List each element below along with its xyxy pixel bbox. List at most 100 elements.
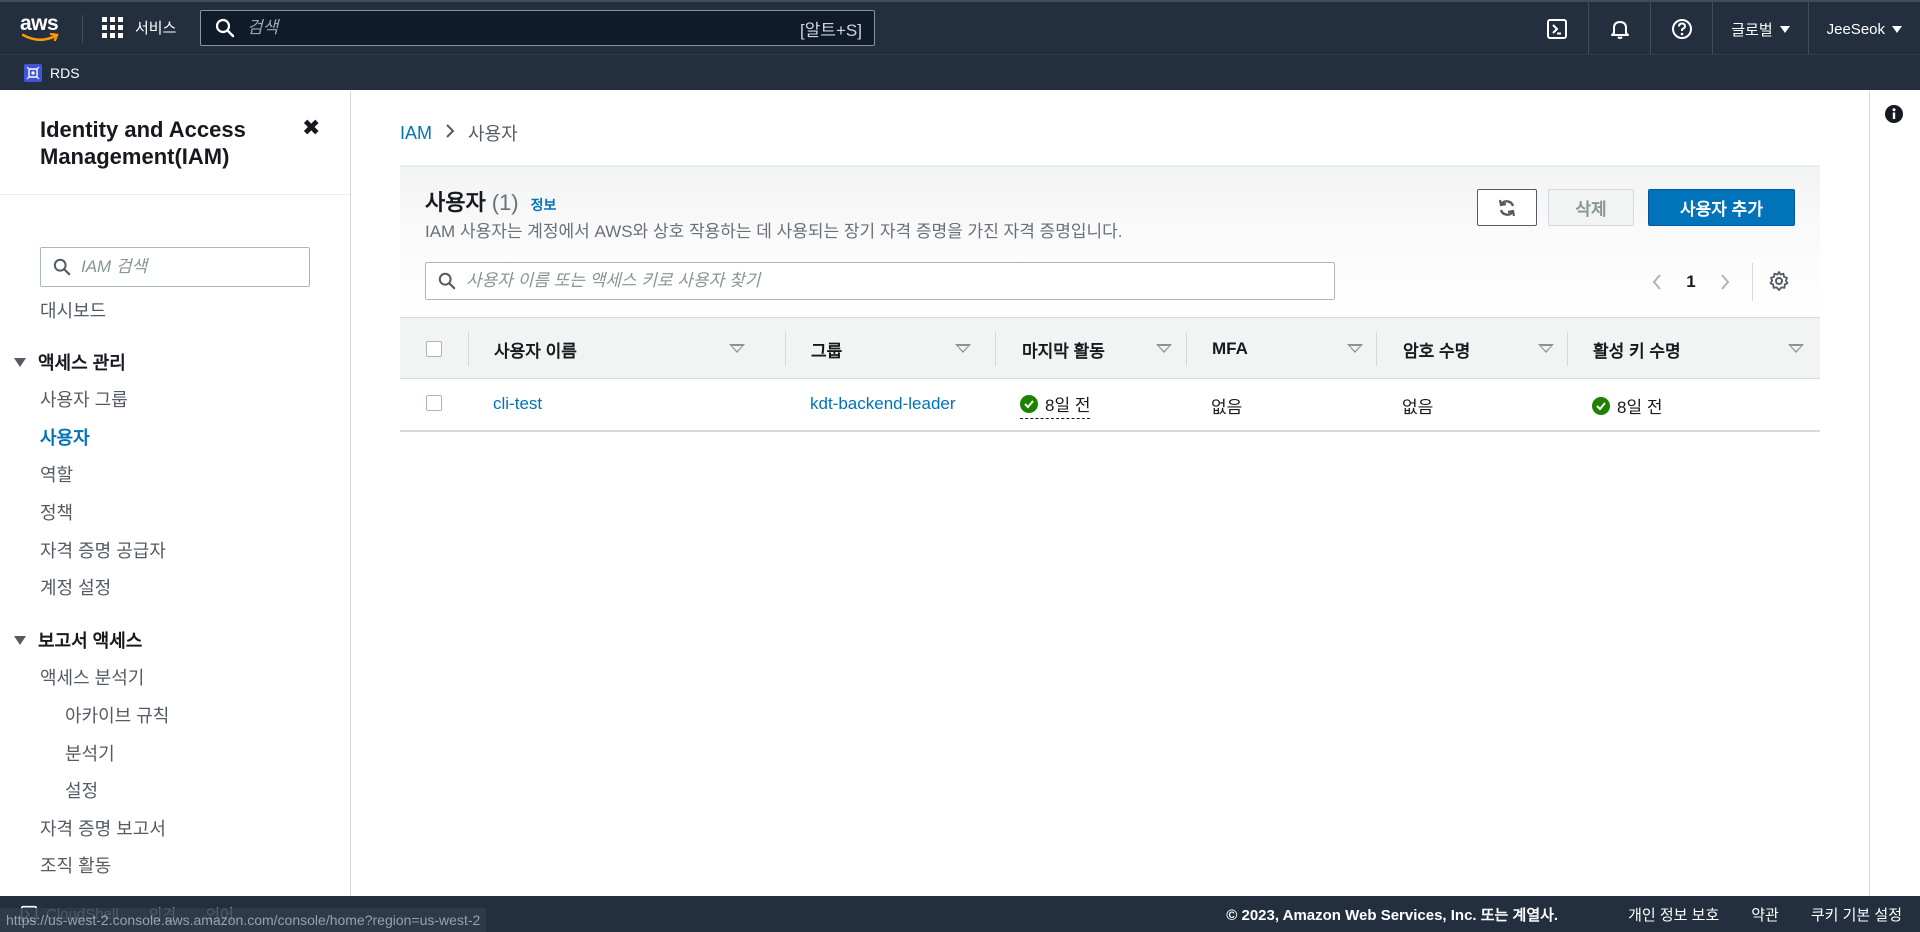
sidebar-item-identity-providers[interactable]: 자격 증명 공급자	[40, 537, 166, 563]
column-header-active-key-age[interactable]: 활성 키 수명	[1593, 318, 1804, 380]
select-all-checkbox[interactable]	[426, 318, 442, 380]
sidebar-title: Identity and Access Management(IAM)	[40, 117, 246, 169]
row-checkbox[interactable]	[426, 395, 442, 411]
caret-down-icon	[1892, 25, 1902, 33]
services-grid-icon	[102, 17, 123, 38]
close-sidebar-icon[interactable]: ✖	[302, 115, 320, 141]
delete-button[interactable]: 삭제	[1548, 189, 1634, 226]
refresh-button[interactable]	[1477, 189, 1537, 226]
sidebar-section-label: 액세스 관리	[38, 353, 126, 373]
success-check-icon	[1592, 396, 1610, 415]
footer-cookie-preferences-link[interactable]: 쿠키 기본 설정	[1811, 904, 1902, 925]
breadcrumb: IAM 사용자	[400, 120, 518, 146]
last-activity-popover-trigger[interactable]: 8일 전	[1020, 391, 1091, 419]
sidebar-item-dashboard[interactable]: 대시보드	[40, 297, 106, 323]
pagination: 1	[1640, 267, 1742, 297]
user-filter-input[interactable]	[456, 271, 1334, 291]
current-page-number[interactable]: 1	[1674, 267, 1708, 297]
services-menu-button[interactable]: 서비스	[102, 17, 176, 38]
footer-privacy-link[interactable]: 개인 정보 보호	[1628, 904, 1719, 925]
sidebar-divider	[0, 194, 350, 195]
add-user-button[interactable]: 사용자 추가	[1648, 189, 1795, 226]
notification-bell-icon	[1610, 21, 1629, 39]
last-activity-cell: 8일 전	[1020, 391, 1091, 419]
previous-page-button[interactable]	[1640, 267, 1674, 297]
breadcrumb-iam-link[interactable]: IAM	[400, 123, 432, 144]
table-preferences-button[interactable]	[1765, 267, 1793, 295]
info-panel-icon[interactable]	[1884, 104, 1904, 124]
sort-icon[interactable]	[1156, 344, 1172, 353]
aws-logo[interactable]: aws	[20, 12, 64, 44]
info-link[interactable]: 정보	[531, 195, 557, 215]
chevron-left-icon	[1652, 274, 1661, 290]
user-name-link[interactable]: cli-test	[493, 394, 542, 414]
footer-cloudshell-button[interactable]: CloudShell	[20, 905, 119, 923]
column-header-group[interactable]: 그룹	[811, 318, 991, 380]
cloudshell-button[interactable]	[1526, 2, 1588, 56]
sidebar-item-archive-rules[interactable]: 아카이브 규칙	[65, 702, 169, 728]
account-label: JeeSeok	[1826, 20, 1885, 38]
global-search-bar[interactable]: [알트+S]	[200, 10, 875, 46]
users-table-header: 사용자 이름 그룹 마지막 활동 MFA 암호 수명 활성 키 수명	[400, 317, 1820, 379]
success-check-icon	[1020, 394, 1038, 413]
sidebar-item-users[interactable]: 사용자	[40, 424, 90, 450]
next-page-button[interactable]	[1708, 267, 1742, 297]
sort-icon[interactable]	[1538, 344, 1554, 353]
sidebar-item-roles[interactable]: 역할	[40, 461, 73, 487]
console-footer: CloudShell 의견 언어 © 2023, Amazon Web Serv…	[0, 896, 1920, 932]
cloudshell-icon	[20, 905, 38, 923]
group-link[interactable]: kdt-backend-leader	[810, 394, 956, 414]
sidebar-item-analyzers[interactable]: 분석기	[65, 740, 115, 766]
active-key-age-value: 8일 전	[1617, 398, 1663, 417]
aws-logo-text: aws	[20, 12, 59, 35]
favorites-bar: RDS	[0, 54, 1920, 90]
search-shortcut-hint: [알트+S]	[800, 20, 862, 40]
sidebar-item-access-analyzer[interactable]: 액세스 분석기	[40, 664, 144, 690]
users-panel-header: 사용자 (1) 정보 IAM 사용자는 계정에서 AWS와 상호 작용하는 데 …	[400, 167, 1820, 317]
gear-icon	[1769, 271, 1789, 291]
sort-icon[interactable]	[729, 344, 745, 353]
chevron-right-icon	[444, 123, 456, 144]
page-title-text: 사용자	[425, 190, 486, 215]
iam-sidebar: Identity and Access Management(IAM) ✖ 대시…	[0, 91, 351, 896]
footer-language-link[interactable]: 언어	[206, 904, 234, 925]
sidebar-item-policies[interactable]: 정책	[40, 499, 73, 525]
favorite-rds-link[interactable]: RDS	[24, 63, 80, 82]
sidebar-section-access-management[interactable]: 액세스 관리	[14, 349, 126, 375]
users-panel: 사용자 (1) 정보 IAM 사용자는 계정에서 AWS와 상호 작용하는 데 …	[400, 165, 1820, 432]
top-navigation-bar: aws 서비스 [알트+S] 글로벌 JeeS	[0, 0, 1920, 56]
sort-icon[interactable]	[1347, 344, 1363, 353]
sidebar-search-input[interactable]	[71, 257, 309, 277]
help-button[interactable]	[1650, 2, 1712, 56]
breadcrumb-current: 사용자	[468, 124, 518, 144]
top-right-controls: 글로벌 JeeSeok	[1526, 2, 1920, 56]
account-menu[interactable]: JeeSeok	[1807, 2, 1920, 56]
region-selector[interactable]: 글로벌	[1712, 2, 1807, 56]
column-header-user-name[interactable]: 사용자 이름	[494, 318, 745, 380]
footer-terms-link[interactable]: 약관	[1751, 904, 1779, 925]
caret-down-icon	[14, 635, 26, 645]
column-header-mfa[interactable]: MFA	[1212, 318, 1372, 380]
notifications-button[interactable]	[1588, 2, 1650, 56]
user-filter[interactable]	[425, 262, 1335, 300]
sidebar-section-access-reports[interactable]: 보고서 액세스	[14, 627, 142, 653]
sidebar-item-credential-report[interactable]: 자격 증명 보고서	[40, 815, 166, 841]
user-count: (1)	[491, 190, 519, 215]
footer-feedback-link[interactable]: 의견	[149, 904, 177, 925]
caret-down-icon	[14, 357, 26, 367]
sort-icon[interactable]	[955, 344, 971, 353]
column-header-last-activity[interactable]: 마지막 활동	[1022, 318, 1182, 380]
sidebar-item-organization-activity[interactable]: 조직 활동	[40, 852, 111, 878]
mfa-cell: 없음	[1211, 398, 1243, 417]
global-search-input[interactable]	[235, 18, 800, 38]
footer-right: © 2023, Amazon Web Services, Inc. 또는 계열사…	[1226, 896, 1902, 932]
group-cell: kdt-backend-leader	[810, 394, 956, 414]
help-panel-rail	[1869, 91, 1870, 896]
sidebar-item-analyzer-settings[interactable]: 설정	[65, 777, 98, 803]
sidebar-item-user-groups[interactable]: 사용자 그룹	[40, 386, 128, 412]
sidebar-item-account-settings[interactable]: 계정 설정	[40, 574, 111, 600]
sidebar-search[interactable]	[40, 247, 310, 287]
active-key-age-cell: 8일 전	[1592, 393, 1662, 418]
sort-icon[interactable]	[1788, 344, 1804, 353]
column-header-password-age[interactable]: 암호 수명	[1403, 318, 1563, 380]
